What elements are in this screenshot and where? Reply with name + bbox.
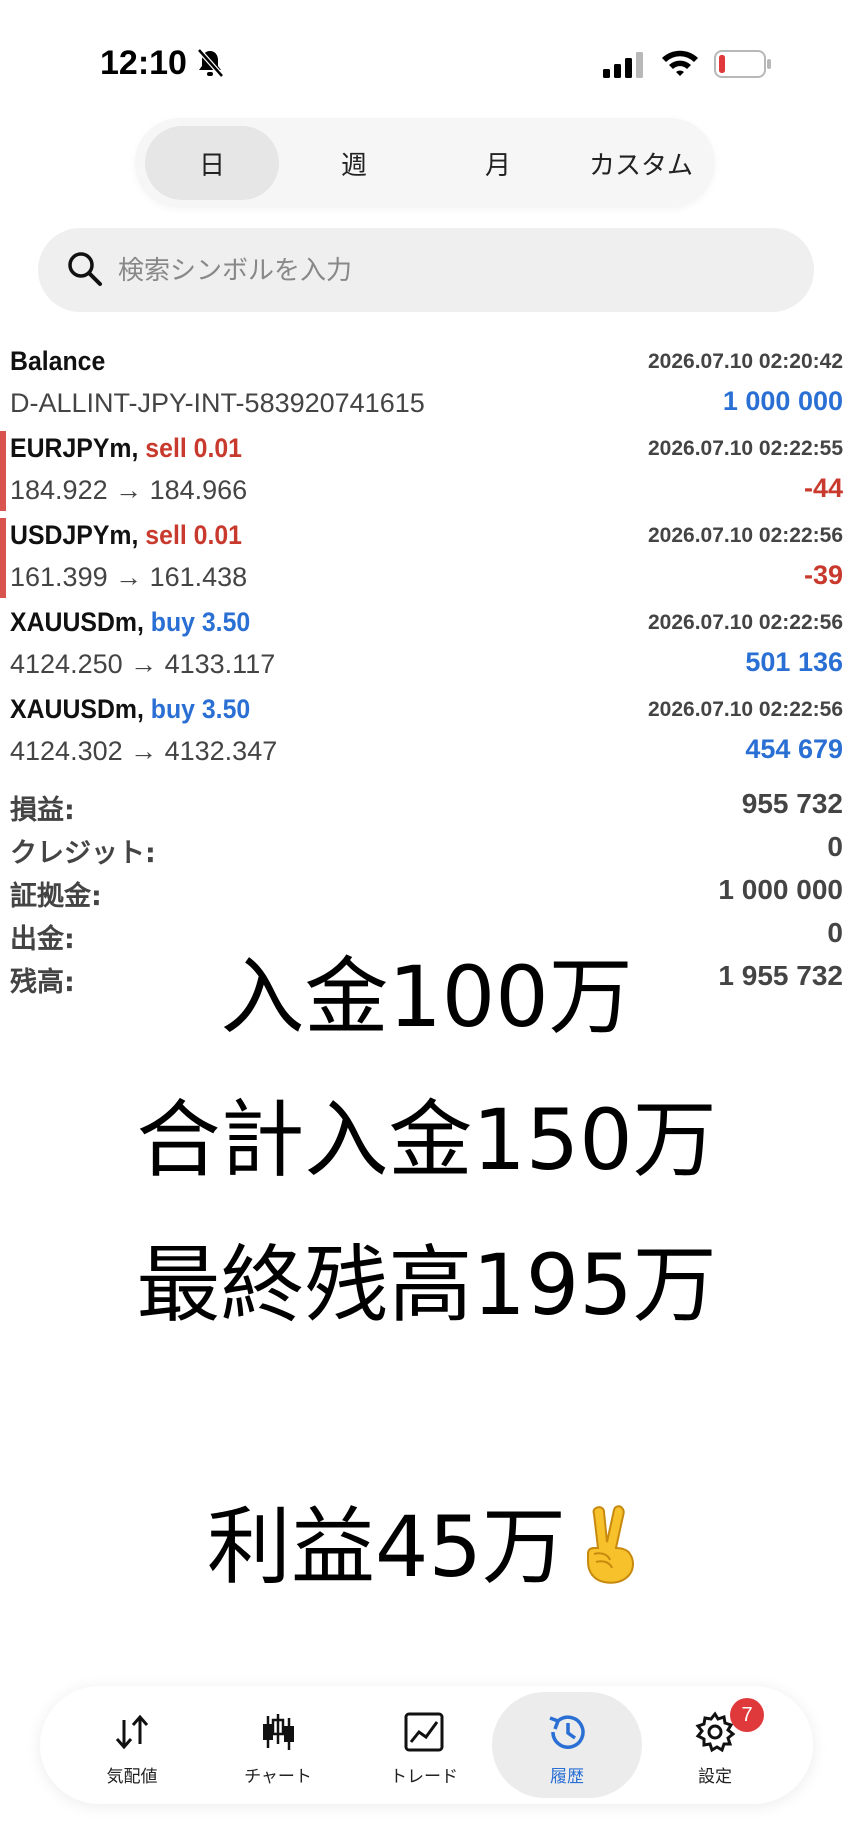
chart-icon xyxy=(263,1714,294,1750)
bottom-navigation: 気配値 チャート トレード 履歴 7 設定 xyxy=(40,1686,813,1804)
overlay-total-deposit-text: 合計入金150万 xyxy=(136,1091,717,1189)
summary-row-credit: クレジット: 0 xyxy=(0,827,853,870)
wifi-icon xyxy=(662,50,698,76)
tab-day[interactable]: 日 xyxy=(145,126,279,200)
deal-time: 2026.07.10 02:22:56 xyxy=(648,698,843,721)
history-screen: 12:10 日 週 月 カスタム 検索シンボルを入力 Balance 2026.… xyxy=(0,0,853,1844)
nav-history[interactable]: 履歴 xyxy=(492,1692,642,1798)
deal-side: buy 3.50 xyxy=(150,607,251,637)
deal-amount: 1 000 000 xyxy=(722,386,843,416)
summary-value: 0 xyxy=(827,831,843,862)
summary-label: クレジット: xyxy=(10,838,156,869)
deal-prices: 4124.302 → 4132.347 xyxy=(10,736,278,766)
tab-custom[interactable]: カスタム xyxy=(573,126,709,200)
sell-indicator-bar xyxy=(0,431,6,511)
account-id: D-ALLINT-JPY-INT-583920741615 xyxy=(10,388,425,418)
symbol-name: XAUUSDm, xyxy=(10,694,144,724)
deal-time: 2026.07.10 02:20:42 xyxy=(648,350,843,373)
deal-profit: 501 136 xyxy=(745,647,843,677)
deal-row[interactable]: EURJPYm, sell 0.01 2026.07.10 02:22:55 1… xyxy=(0,427,853,514)
summary-value: 1 000 000 xyxy=(718,874,843,905)
notification-badge: 7 xyxy=(730,1698,764,1732)
symbol-name: USDJPYm, xyxy=(10,520,139,550)
search-icon xyxy=(68,252,102,286)
deal-time: 2026.07.10 02:22:56 xyxy=(648,611,843,634)
symbol-name: EURJPYm, xyxy=(10,433,139,463)
deal-prices: 4124.250 → 4133.117 xyxy=(10,649,276,679)
tab-month[interactable]: 月 xyxy=(431,126,565,200)
deal-time: 2026.07.10 02:22:56 xyxy=(648,524,843,547)
deal-profit: 454 679 xyxy=(745,734,843,764)
nav-chart[interactable]: チャート xyxy=(203,1692,353,1798)
deal-side: buy 3.50 xyxy=(150,694,251,724)
sell-indicator-bar xyxy=(0,518,6,598)
battery-low-icon xyxy=(714,50,771,78)
nav-label: 気配値 xyxy=(106,1767,158,1787)
nav-trade[interactable]: トレード xyxy=(349,1692,499,1798)
deal-row[interactable]: USDJPYm, sell 0.01 2026.07.10 02:22:56 1… xyxy=(0,514,853,601)
deal-list: Balance 2026.07.10 02:20:42 D-ALLINT-JPY… xyxy=(0,340,853,775)
deal-prices: 161.399 → 161.438 xyxy=(10,562,248,592)
summary-label: 証拠金: xyxy=(10,881,102,912)
trade-icon xyxy=(404,1712,444,1752)
deal-row[interactable]: XAUUSDm, buy 3.50 2026.07.10 02:22:56 41… xyxy=(0,688,853,775)
deal-profit: -39 xyxy=(803,560,843,590)
deal-symbol: USDJPYm, sell 0.01 xyxy=(10,520,242,551)
nav-label: 履歴 xyxy=(550,1767,584,1787)
summary-row-profit: 損益: 955 732 xyxy=(0,784,853,827)
search-bar[interactable] xyxy=(38,228,814,312)
deal-symbol: XAUUSDm, buy 3.50 xyxy=(10,607,250,638)
balance-title: Balance xyxy=(10,346,106,376)
bell-off-icon xyxy=(197,48,224,78)
overlay-profit-line: 利益45万 xyxy=(0,1480,853,1601)
history-icon xyxy=(549,1715,585,1749)
nav-quotes[interactable]: 気配値 xyxy=(57,1692,207,1798)
overlay-final-balance-text: 最終残高195万 xyxy=(136,1236,717,1334)
nav-settings[interactable]: 7 設定 xyxy=(640,1692,790,1798)
deal-side: sell 0.01 xyxy=(145,433,242,463)
quotes-icon xyxy=(115,1714,149,1750)
tab-week[interactable]: 週 xyxy=(287,126,421,200)
summary-row-deposit: 証拠金: 1 000 000 xyxy=(0,870,853,913)
deal-symbol: EURJPYm, sell 0.01 xyxy=(10,433,242,464)
deal-profit: -44 xyxy=(803,473,843,503)
summary-label: 損益: xyxy=(10,795,75,826)
deal-prices: 184.922 → 184.966 xyxy=(10,475,248,505)
overlay-deposit-text: 入金100万 xyxy=(220,948,633,1046)
status-bar: 12:10 xyxy=(0,0,853,118)
victory-hand-icon xyxy=(586,1505,634,1584)
balance-row[interactable]: Balance 2026.07.10 02:20:42 D-ALLINT-JPY… xyxy=(0,340,853,427)
deal-symbol: XAUUSDm, buy 3.50 xyxy=(10,694,250,725)
symbol-name: XAUUSDm, xyxy=(10,607,144,637)
period-segmented-control: 日 週 月 カスタム xyxy=(135,118,715,208)
summary-value: 955 732 xyxy=(741,788,843,819)
nav-label: チャート xyxy=(244,1767,312,1787)
deal-side: sell 0.01 xyxy=(145,520,242,550)
search-input[interactable] xyxy=(116,242,800,300)
overlay-profit-text: 利益45万 xyxy=(207,1498,566,1596)
nav-label: トレード xyxy=(390,1767,458,1787)
status-time: 12:10 xyxy=(100,44,187,82)
cellular-signal-icon xyxy=(603,52,643,78)
deal-time: 2026.07.10 02:22:55 xyxy=(648,437,843,460)
nav-label: 設定 xyxy=(698,1767,732,1787)
deal-row[interactable]: XAUUSDm, buy 3.50 2026.07.10 02:22:56 41… xyxy=(0,601,853,688)
